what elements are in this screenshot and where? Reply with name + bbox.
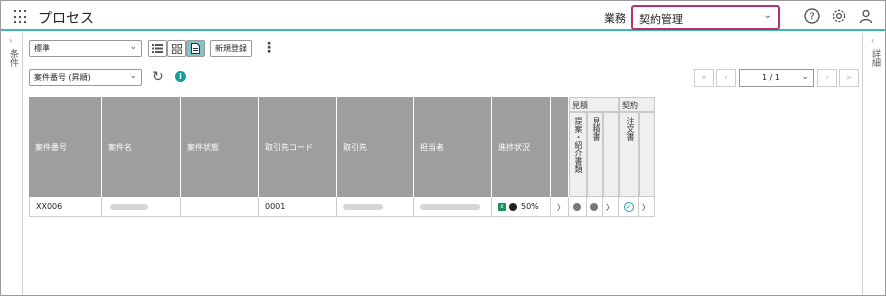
chevron-down-icon: ⌄ (129, 42, 137, 52)
table-cell-owner[interactable] (414, 197, 492, 217)
list-view-button[interactable] (148, 40, 167, 57)
next-page-button[interactable]: › (817, 69, 837, 87)
table-cell-order-doc[interactable]: ✓ (619, 197, 639, 217)
chevron-down-icon: ⌄ (129, 71, 137, 81)
top-header: プロセス 業務 契約管理 ⌄ ? (1, 1, 885, 31)
group-header-estimate: 見積 (569, 97, 619, 112)
more-options-icon[interactable]: ⋮ (262, 40, 276, 56)
left-filter-panel[interactable]: › 条件 (1, 33, 23, 295)
chevron-down-icon: ⌄ (763, 10, 772, 21)
sort-select-value: 案件番号 (昇順) (34, 73, 91, 82)
sub-header-spacer (603, 112, 619, 197)
redacted-text (343, 204, 383, 210)
column-header[interactable]: 案件状態 (181, 97, 259, 197)
sub-header-order-doc: 注文書 (619, 112, 639, 197)
column-header[interactable]: 案件名 (102, 97, 181, 197)
document-view-button[interactable] (186, 40, 205, 57)
excel-icon: x (498, 203, 506, 211)
list-icon (152, 44, 163, 53)
page-select-value: 1 / 1 (762, 73, 780, 82)
document-icon (191, 43, 200, 54)
page-select[interactable]: 1 / 1 ⌄ (739, 69, 814, 87)
sort-select[interactable]: 案件番号 (昇順) ⌄ (29, 69, 142, 86)
card-view-button[interactable] (167, 40, 186, 57)
table-cell-case-no[interactable]: XX006 (29, 197, 102, 217)
table-cell-progress[interactable]: x 50% (492, 197, 551, 217)
sub-header-proposal: 提案・紹介書類 (569, 112, 587, 197)
view-select-value: 標準 (34, 44, 50, 53)
business-select-value: 契約管理 (639, 13, 683, 26)
grid-icon (171, 44, 182, 54)
column-spacer (551, 97, 569, 197)
sub-header-estimate-doc: 見積書 (587, 112, 603, 197)
table-cell-client[interactable] (337, 197, 414, 217)
column-header[interactable]: 取引先コード (259, 97, 337, 197)
refresh-icon[interactable]: ↻ (152, 69, 164, 85)
column-header[interactable]: 進捗状況 (492, 97, 551, 197)
table-cell-estimate-doc[interactable] (587, 197, 603, 217)
column-header[interactable]: 担当者 (414, 97, 492, 197)
group-header-contract: 契約 (619, 97, 655, 112)
expand-contract-button[interactable]: 〉 (639, 197, 655, 217)
user-icon[interactable] (858, 8, 874, 24)
left-panel-label: 条件 (8, 49, 18, 67)
redacted-text (110, 204, 148, 210)
help-icon[interactable]: ? (804, 8, 820, 24)
table-cell-proposal[interactable] (569, 197, 587, 217)
right-panel-label: 詳細 (870, 49, 880, 67)
check-circle-icon: ✓ (624, 202, 634, 212)
column-header[interactable]: 取引先 (337, 97, 414, 197)
new-register-button[interactable]: 新規登録 (210, 40, 252, 57)
status-dot (590, 203, 598, 211)
table-cell-case-status[interactable] (181, 197, 259, 217)
business-select[interactable]: 契約管理 ⌄ (631, 5, 780, 30)
chevron-right-icon[interactable]: › (9, 36, 12, 45)
table-cell-client-code[interactable]: 0001 (259, 197, 337, 217)
business-label: 業務 (604, 12, 626, 25)
chevron-left-icon[interactable]: ‹ (871, 36, 874, 45)
gear-icon[interactable] (831, 8, 847, 24)
status-dot (573, 203, 581, 211)
prev-page-button[interactable]: ‹ (716, 69, 736, 87)
info-icon[interactable]: i (175, 71, 186, 82)
view-select[interactable]: 標準 ⌄ (29, 40, 142, 57)
table-cell-case-name[interactable] (102, 197, 181, 217)
process-table: 案件番号 案件名 案件状態 取引先コード 取引先 担当者 進捗状況 見積 契約 … (29, 97, 655, 217)
expand-estimate-button[interactable]: 〉 (603, 197, 619, 217)
app-launcher-icon[interactable] (14, 10, 28, 24)
page-title: プロセス (38, 11, 94, 27)
redacted-text (420, 204, 480, 210)
expand-row-button[interactable]: 〉 (551, 197, 569, 217)
last-page-button[interactable]: » (839, 69, 859, 87)
svg-text:?: ? (809, 12, 814, 23)
first-page-button[interactable]: « (694, 69, 714, 87)
right-detail-panel[interactable]: ‹ 詳細 (862, 33, 885, 295)
column-header[interactable]: 案件番号 (29, 97, 102, 197)
chevron-down-icon: ⌄ (801, 72, 809, 82)
sub-header-spacer (639, 112, 655, 197)
status-icon (509, 203, 517, 211)
